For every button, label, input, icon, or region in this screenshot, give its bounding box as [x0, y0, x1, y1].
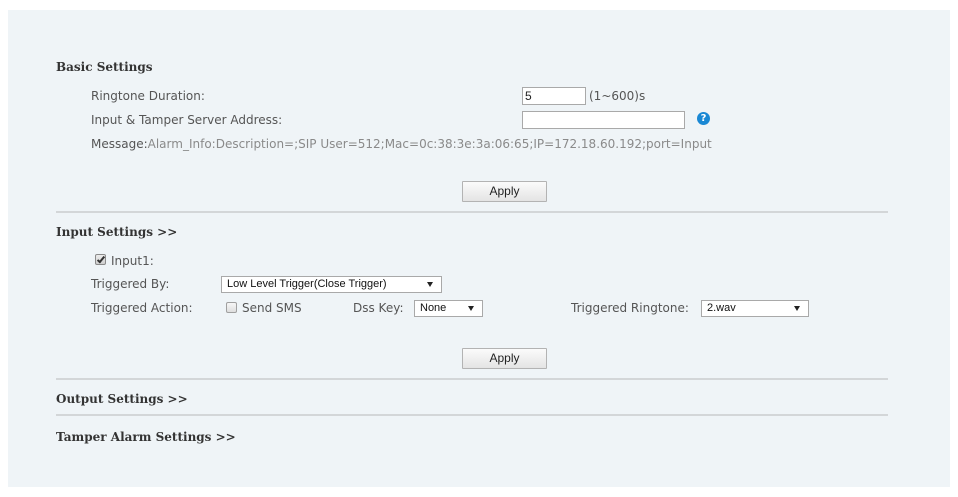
- section-divider: [56, 378, 888, 380]
- section-divider: [56, 211, 888, 213]
- ringtone-duration-input[interactable]: [522, 87, 586, 105]
- basic-apply-button[interactable]: Apply: [462, 181, 547, 202]
- triggered-by-value: Low Level Trigger(Close Trigger): [227, 278, 387, 290]
- input1-label: Input1:: [111, 254, 154, 268]
- basic-settings-heading: Basic Settings: [56, 60, 153, 74]
- server-address-label: Input & Tamper Server Address:: [91, 113, 283, 127]
- tamper-alarm-settings-heading[interactable]: Tamper Alarm Settings >>: [56, 429, 236, 445]
- section-divider: [56, 414, 888, 416]
- dss-key-value: None: [420, 302, 447, 314]
- chevron-down-icon: [794, 306, 800, 311]
- message-label: Message:: [91, 137, 148, 151]
- ringtone-duration-range: (1~600)s: [589, 89, 646, 103]
- input-settings-heading[interactable]: Input Settings >>: [56, 224, 177, 240]
- chevron-down-icon: [468, 306, 474, 311]
- triggered-ringtone-label: Triggered Ringtone:: [571, 301, 689, 315]
- triggered-by-label: Triggered By:: [91, 277, 170, 291]
- triggered-action-label: Triggered Action:: [91, 301, 193, 315]
- dss-key-label: Dss Key:: [353, 301, 404, 315]
- ringtone-duration-label: Ringtone Duration:: [91, 89, 205, 103]
- settings-page: Basic Settings Ringtone Duration: (1~600…: [0, 0, 958, 497]
- input1-checkbox[interactable]: [95, 254, 106, 265]
- chevron-down-icon: [427, 282, 433, 287]
- send-sms-checkbox[interactable]: [226, 302, 237, 313]
- output-settings-heading[interactable]: Output Settings >>: [56, 391, 188, 407]
- input-apply-button[interactable]: Apply: [462, 348, 547, 369]
- help-icon[interactable]: ?: [697, 112, 710, 125]
- triggered-by-select[interactable]: Low Level Trigger(Close Trigger): [221, 276, 442, 293]
- send-sms-label: Send SMS: [242, 301, 302, 315]
- triggered-ringtone-value: 2.wav: [707, 302, 736, 314]
- message-value: Alarm_Info:Description=;SIP User=512;Mac…: [147, 137, 712, 151]
- triggered-ringtone-select[interactable]: 2.wav: [701, 300, 809, 317]
- message-row: Message:Alarm_Info:Description=;SIP User…: [91, 136, 712, 152]
- dss-key-select[interactable]: None: [414, 300, 483, 317]
- server-address-input[interactable]: [522, 111, 685, 129]
- checkmark-icon: [96, 254, 106, 264]
